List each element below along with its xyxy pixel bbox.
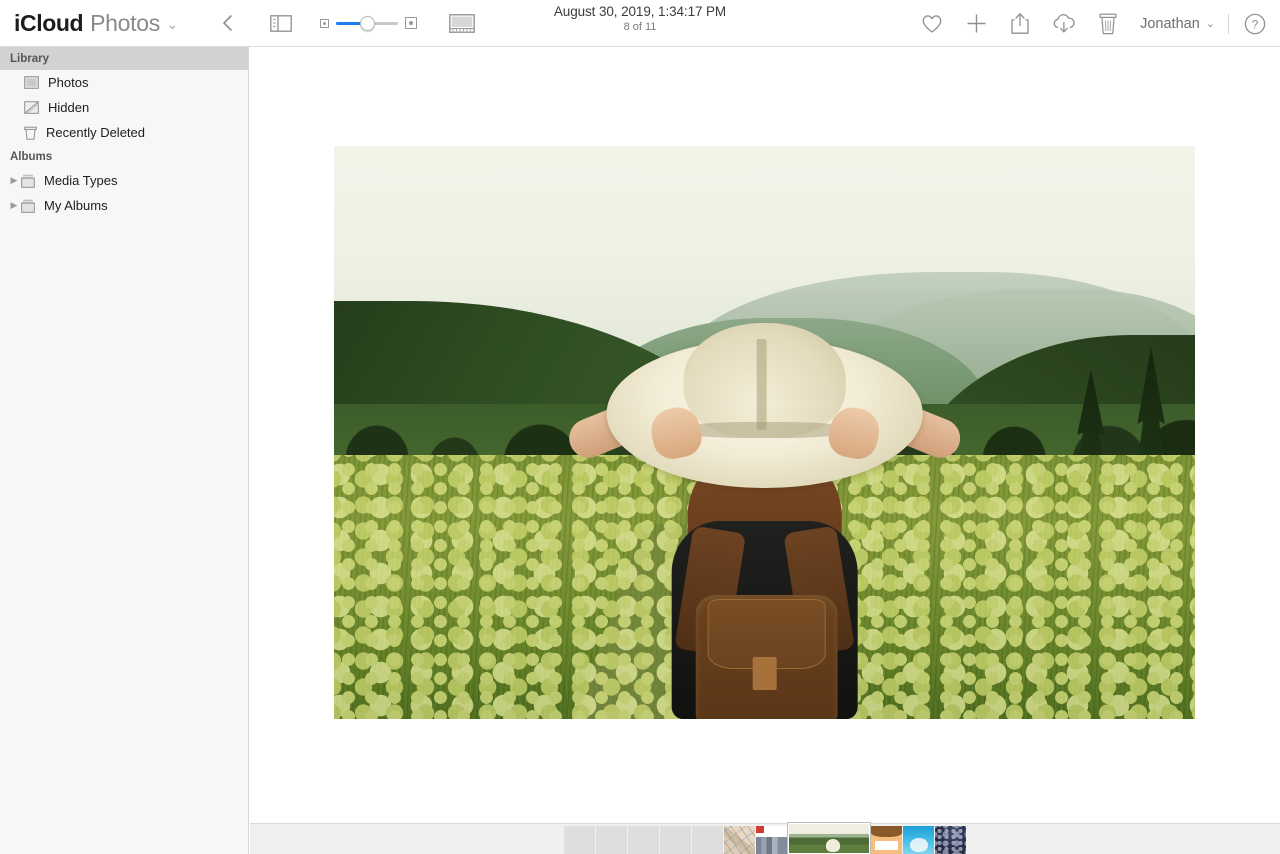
- chevron-down-icon: ⌄: [1205, 18, 1215, 30]
- thumbnail-landscape-image: [789, 824, 869, 853]
- album-icon: [21, 199, 35, 213]
- favorite-button[interactable]: [910, 14, 954, 34]
- zoom-slider[interactable]: [335, 15, 398, 31]
- account-menu[interactable]: Jonathan ⌄: [1140, 16, 1215, 32]
- toolbar-actions: Jonathan ⌄ ?: [910, 0, 1280, 47]
- sidebar-item-media-types[interactable]: ▶ Media Types: [0, 168, 248, 193]
- account-name: Jonathan: [1140, 15, 1200, 32]
- filmstrip-thumbnail-selected[interactable]: [788, 823, 870, 854]
- sidebar-section-library[interactable]: Library: [0, 47, 248, 70]
- filmstrip-bar: [250, 823, 1280, 854]
- help-circle-icon: ?: [1244, 13, 1266, 34]
- hidden-icon: [24, 101, 39, 114]
- filmstrip-thumbnail[interactable]: [724, 826, 755, 854]
- thumbnail-emoji-eyes: [875, 840, 898, 851]
- filmstrip-thumbnail[interactable]: [660, 826, 691, 854]
- filmstrip-thumbnail[interactable]: [756, 826, 787, 854]
- album-icon: [21, 174, 35, 188]
- backpack-buckle: [752, 657, 777, 691]
- plus-icon: [967, 14, 986, 33]
- sidebar-item-label: Recently Deleted: [46, 125, 145, 140]
- share-button[interactable]: [998, 12, 1042, 35]
- thumbnail-night-sky-image: [935, 826, 966, 854]
- sidebar-item-label: My Albums: [44, 198, 108, 213]
- photo-subject-person: [562, 306, 967, 719]
- heart-icon: [922, 14, 942, 33]
- filmstrip-thumbnail[interactable]: [628, 826, 659, 854]
- large-photo-icon: [404, 17, 417, 29]
- photos-icon: [24, 76, 39, 89]
- sidebar-item-photos[interactable]: Photos: [0, 70, 248, 95]
- filmstrip-thumbnail[interactable]: [903, 826, 934, 854]
- help-button[interactable]: ?: [1242, 13, 1268, 35]
- sidebar-item-label: Photos: [48, 75, 89, 90]
- sidebar-section-albums: Albums: [0, 145, 248, 168]
- sidebar: Library Photos Hidden Recently Deleted A…: [0, 47, 249, 854]
- filmstrip-thumbnail[interactable]: [564, 826, 595, 854]
- disclosure-triangle-icon[interactable]: ▶: [7, 175, 21, 186]
- download-button[interactable]: [1042, 13, 1086, 34]
- sidebar-item-label: Hidden: [48, 100, 90, 115]
- thumbnail-webpage-image: [756, 826, 787, 854]
- sidebar-item-my-albums[interactable]: ▶ My Albums: [0, 193, 248, 218]
- disclosure-triangle-icon[interactable]: ▶: [7, 200, 21, 211]
- sidebar-icon: [270, 14, 292, 32]
- top-toolbar: iCloud Photos ⌄ August 30, 2019, 1:34:17…: [0, 0, 1280, 47]
- filmstrip-thumbnail[interactable]: [935, 826, 966, 854]
- brand-icloud-text: iCloud: [14, 9, 84, 36]
- photo-canvas[interactable]: [334, 146, 1195, 719]
- delete-button[interactable]: [1086, 13, 1130, 35]
- chevron-left-icon: [223, 15, 233, 31]
- trash-icon: [1099, 13, 1117, 34]
- back-button[interactable]: [213, 8, 243, 38]
- sidebar-item-label: Media Types: [44, 173, 118, 188]
- filmstrip-thumbnail[interactable]: [692, 826, 723, 854]
- chevron-down-icon[interactable]: ⌄: [167, 17, 178, 33]
- zoom-slider-group[interactable]: [319, 15, 417, 31]
- subject-hat-crease: [756, 339, 767, 431]
- brand-app-text: Photos: [90, 9, 160, 36]
- small-photo-icon: [319, 18, 329, 28]
- photo-viewer-area: [250, 47, 1280, 823]
- sidebar-item-hidden[interactable]: Hidden: [0, 95, 248, 120]
- zoom-slider-knob[interactable]: [359, 15, 375, 31]
- filmstrip-thumbnail[interactable]: [871, 826, 902, 854]
- filmstrip-thumbnail[interactable]: [596, 826, 627, 854]
- sidebar-section-label: Library: [10, 52, 49, 65]
- filmstrip-view-icon: [449, 13, 475, 33]
- view-options-button[interactable]: [446, 8, 478, 38]
- add-to-album-button[interactable]: [954, 13, 998, 34]
- cloud-download-icon: [1053, 14, 1075, 33]
- sidebar-section-label: Albums: [10, 150, 53, 163]
- filmstrip-track[interactable]: [564, 823, 966, 854]
- thumbnail-map-image: [724, 826, 755, 854]
- brand-logo[interactable]: iCloud Photos ⌄: [14, 10, 178, 37]
- share-icon: [1011, 13, 1029, 34]
- trash-icon: [24, 126, 37, 140]
- thumbnail-emoji-image: [871, 826, 902, 854]
- sidebar-toggle-button[interactable]: [266, 8, 296, 38]
- thumbnail-cloud-image: [903, 826, 934, 854]
- svg-text:?: ?: [1252, 17, 1259, 31]
- sidebar-item-recently-deleted[interactable]: Recently Deleted: [0, 120, 248, 145]
- subject-hat-band: [679, 421, 850, 439]
- toolbar-divider: [1228, 13, 1229, 34]
